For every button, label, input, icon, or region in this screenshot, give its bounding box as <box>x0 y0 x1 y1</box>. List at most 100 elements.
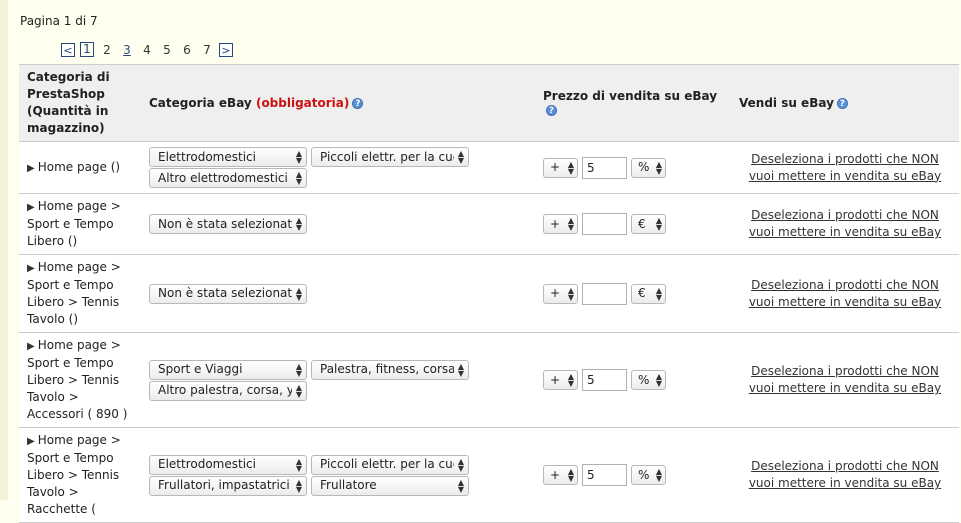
price-value-input[interactable]: 5 <box>582 156 627 179</box>
ebay-category-select[interactable]: Frullatori, impastatrici ▲ ▼ <box>149 475 307 496</box>
category-cell: ▶ Home page > Sport e Tempo Libero () <box>19 193 141 255</box>
ebay-category-select[interactable]: Sport e Viaggi ▲ ▼ <box>149 359 307 380</box>
select-arrows-icon: ▲ ▼ <box>655 159 662 176</box>
ebay-category-select[interactable]: Elettrodomestici ▲ ▼ <box>149 454 307 475</box>
select-arrows-icon: ▲ ▼ <box>295 285 302 302</box>
page-1[interactable]: 1 <box>80 42 94 57</box>
price-unit-select[interactable]: % ▲ ▼ <box>631 465 666 485</box>
select-arrows-icon: ▲ ▼ <box>295 216 302 232</box>
table-row: ▶ Home page > Sport e Tempo Libero > Tenn… <box>19 427 959 523</box>
left-border <box>0 0 8 500</box>
header-prestashop-category: Categoria di PrestaShop (Quantità in mag… <box>19 64 141 142</box>
price-cell: + ▲ ▼ € ▲ ▼ <box>535 193 731 255</box>
price-value-input[interactable]: 5 <box>582 369 627 391</box>
select-arrows-icon: ▲ ▼ <box>457 477 464 494</box>
select-arrows-icon: ▲ ▼ <box>295 170 302 186</box>
select-arrows-icon: ▲ ▼ <box>457 456 464 473</box>
expand-arrow-icon[interactable]: ▶ <box>27 160 35 177</box>
table-row: ▶ Home page > Sport e Tempo Libero > Tenn… <box>19 332 959 428</box>
prev-page-button[interactable]: < <box>61 42 75 57</box>
category-cell: ▶ Home page > Sport e Tempo Libero > Tenn… <box>19 427 141 523</box>
next-page-button[interactable]: > <box>219 42 233 57</box>
page-5[interactable]: 5 <box>157 43 177 57</box>
ebay-category-select[interactable]: Altro elettrodomestici c ▲ ▼ <box>149 168 307 188</box>
ebay-category-select[interactable]: Elettrodomestici ▲ ▼ <box>149 147 307 167</box>
ebay-category-cell: Sport e Viaggi ▲ ▼ Palestra, fitness, corsa… <box>141 332 535 428</box>
select-arrows-icon: ▲ ▼ <box>295 382 302 399</box>
price-value-input[interactable]: 5 <box>582 464 627 486</box>
category-cell: ▶ Home page () <box>19 141 141 194</box>
price-cell: + ▲ ▼ 5% ▲ ▼ <box>535 427 731 523</box>
deselect-products-link[interactable]: Deseleziona i prodotti che NON vuoi mett… <box>739 277 951 311</box>
category-label: Home page > Sport e Tempo Libero > Tenni… <box>27 338 128 421</box>
pagination: < 1 2 3 4 5 6 7 > <box>61 42 233 57</box>
price-unit-select[interactable]: % ▲ ▼ <box>631 157 666 178</box>
ebay-category-select[interactable]: Piccoli elettr. per la cuc ▲ ▼ <box>311 454 469 475</box>
help-icon[interactable]: ? <box>352 98 364 109</box>
table-row: ▶ Home page () Elettrodomestici ▲ ▼ Piccoli e… <box>19 141 959 194</box>
price-sign-select[interactable]: + ▲ ▼ <box>543 465 578 485</box>
price-unit-select[interactable]: % ▲ ▼ <box>631 370 666 390</box>
ebay-category-cell: Non è stata selezionata ▲ ▼ <box>141 254 535 333</box>
price-sign-select[interactable]: + ▲ ▼ <box>543 283 578 304</box>
page-7[interactable]: 7 <box>197 43 217 57</box>
ebay-category-cell: Non è stata selezionata ▲ ▼ <box>141 193 535 255</box>
ebay-category-cell: Elettrodomestici ▲ ▼ Piccoli elettr. per la… <box>141 141 535 194</box>
select-arrows-icon: ▲ ▼ <box>567 372 574 388</box>
header-price: Prezzo di vendita su eBay? <box>535 64 731 142</box>
ebay-category-select[interactable]: Non è stata selezionata ▲ ▼ <box>149 283 307 304</box>
page-6[interactable]: 6 <box>177 43 197 57</box>
table-row: ▶ Home page > Sport e Tempo Libero > Tenn… <box>19 254 959 333</box>
select-arrows-icon: ▲ ▼ <box>295 149 302 165</box>
price-value-input[interactable] <box>582 282 627 305</box>
price-unit-select[interactable]: € ▲ ▼ <box>631 283 666 304</box>
expand-arrow-icon[interactable]: ▶ <box>27 260 35 277</box>
deselect-products-link[interactable]: Deseleziona i prodotti che NON vuoi mett… <box>739 363 951 397</box>
select-arrows-icon: ▲ ▼ <box>295 361 302 378</box>
expand-arrow-icon[interactable]: ▶ <box>27 199 35 216</box>
category-table: Categoria di PrestaShop (Quantità in mag… <box>19 64 959 523</box>
page-info: Pagina 1 di 7 <box>20 14 98 28</box>
select-arrows-icon: ▲ ▼ <box>655 285 662 302</box>
deselect-products-link[interactable]: Deseleziona i prodotti che NON vuoi mett… <box>739 458 951 492</box>
ebay-category-select[interactable]: Piccoli elettr. per la cuc ▲ ▼ <box>311 147 469 167</box>
deselect-products-link[interactable]: Deseleziona i prodotti che NON vuoi mett… <box>739 207 951 241</box>
sell-cell: Deseleziona i prodotti che NON vuoi mett… <box>731 141 959 194</box>
select-arrows-icon: ▲ ▼ <box>655 467 662 483</box>
sell-cell: Deseleziona i prodotti che NON vuoi mett… <box>731 427 959 523</box>
expand-arrow-icon[interactable]: ▶ <box>27 338 35 355</box>
category-cell: ▶ Home page > Sport e Tempo Libero > Tenn… <box>19 254 141 333</box>
page-3[interactable]: 3 <box>117 43 137 57</box>
select-arrows-icon: ▲ ▼ <box>655 372 662 388</box>
ebay-category-select[interactable]: Frullatore ▲ ▼ <box>311 475 469 496</box>
help-icon[interactable]: ? <box>546 105 557 116</box>
sell-cell: Deseleziona i prodotti che NON vuoi mett… <box>731 332 959 428</box>
category-label: Home page > Sport e Tempo Libero () <box>27 199 121 248</box>
table-row: ▶ Home page > Sport e Tempo Libero () Non … <box>19 193 959 255</box>
price-value-input[interactable] <box>582 213 627 235</box>
select-arrows-icon: ▲ ▼ <box>457 149 464 165</box>
sell-cell: Deseleziona i prodotti che NON vuoi mett… <box>731 193 959 255</box>
ebay-category-select[interactable]: Palestra, fitness, corsa, ▲ ▼ <box>311 359 469 380</box>
ebay-category-select[interactable]: Non è stata selezionata ▲ ▼ <box>149 214 307 234</box>
ebay-category-select[interactable]: Altro palestra, corsa, yc ▲ ▼ <box>149 380 307 401</box>
sell-cell: Deseleziona i prodotti che NON vuoi mett… <box>731 254 959 333</box>
select-arrows-icon: ▲ ▼ <box>567 285 574 302</box>
category-label: Home page > Sport e Tempo Libero > Tenni… <box>27 260 121 326</box>
expand-arrow-icon[interactable]: ▶ <box>27 433 35 450</box>
price-sign-select[interactable]: + ▲ ▼ <box>543 214 578 234</box>
ebay-category-cell: Elettrodomestici ▲ ▼ Piccoli elettr. per la… <box>141 427 535 523</box>
deselect-products-link[interactable]: Deseleziona i prodotti che NON vuoi mett… <box>739 151 951 185</box>
price-sign-select[interactable]: + ▲ ▼ <box>543 370 578 390</box>
page-2[interactable]: 2 <box>97 43 117 57</box>
table-header-row: Categoria di PrestaShop (Quantità in mag… <box>19 64 959 142</box>
category-label: Home page > Sport e Tempo Libero > Tenni… <box>27 433 121 516</box>
page-4[interactable]: 4 <box>137 43 157 57</box>
price-sign-select[interactable]: + ▲ ▼ <box>543 157 578 178</box>
select-arrows-icon: ▲ ▼ <box>567 159 574 176</box>
select-arrows-icon: ▲ ▼ <box>567 467 574 483</box>
price-cell: + ▲ ▼ 5% ▲ ▼ <box>535 141 731 194</box>
price-unit-select[interactable]: € ▲ ▼ <box>631 214 666 234</box>
help-icon[interactable]: ? <box>836 98 848 109</box>
price-cell: + ▲ ▼ € ▲ ▼ <box>535 254 731 333</box>
